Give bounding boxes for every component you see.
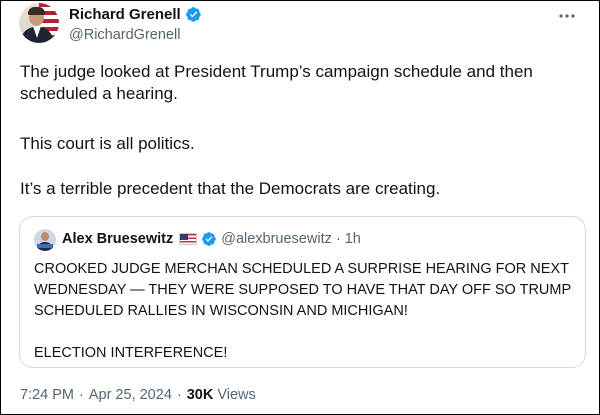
views-label: Views [217, 387, 256, 403]
tweet-paragraph-1: The judge looked at President Trump’s ca… [20, 62, 533, 103]
quoted-verified-badge-icon [202, 232, 217, 246]
quoted-text-end: ELECTION INTERFERENCE! [34, 345, 228, 361]
tweet-time[interactable]: 7:24 PM [20, 387, 74, 403]
author-avatar[interactable] [19, 3, 59, 43]
tweet-paragraph-2: This court is all politics. [20, 134, 195, 153]
quoted-separator: · [335, 231, 341, 247]
tweet-date[interactable]: Apr 25, 2024 [89, 387, 172, 403]
quoted-text-main: CROOKED JUDGE MERCHAN SCHEDULED A SURPRI… [34, 261, 571, 319]
avatar-hair [28, 7, 45, 15]
author-display-name[interactable]: Richard Grenell [69, 6, 181, 23]
meta-separator-1: · [79, 387, 84, 403]
meta-separator-2: · [176, 387, 182, 403]
author-handle[interactable]: @RichardGrenell [69, 27, 180, 43]
tweet-paragraph-3: It’s a terrible precedent that the Democ… [20, 179, 441, 198]
tweet-card: Richard Grenell @RichardGrenell The judg… [0, 0, 600, 415]
quoted-author-handle[interactable]: @alexbruesewitz [221, 231, 332, 247]
more-dots-icon [559, 14, 575, 18]
quoted-timestamp[interactable]: 1h [345, 231, 361, 247]
us-flag-icon [179, 233, 198, 245]
quoted-text-spacer [34, 322, 574, 343]
more-horizontal-icon[interactable] [557, 8, 577, 24]
verified-badge-icon[interactable] [185, 6, 202, 23]
quoted-avatar-head [41, 232, 49, 241]
quoted-author-row: Alex Bruesewitz @alexbruesewitz · 1h [62, 231, 361, 247]
quoted-author-avatar[interactable] [34, 229, 56, 251]
tweet-meta: 7:24 PM · Apr 25, 2024 · 30K Views [20, 387, 256, 403]
views-count[interactable]: 30K [187, 387, 214, 403]
quoted-tweet[interactable]: Alex Bruesewitz @alexbruesewitz · 1h CRO… [19, 216, 586, 368]
quoted-tweet-text: CROOKED JUDGE MERCHAN SCHEDULED A SURPRI… [34, 259, 574, 364]
quoted-author-name[interactable]: Alex Bruesewitz [62, 231, 173, 247]
author-name-row: Richard Grenell [69, 6, 202, 23]
quoted-avatar-badge [37, 244, 53, 248]
